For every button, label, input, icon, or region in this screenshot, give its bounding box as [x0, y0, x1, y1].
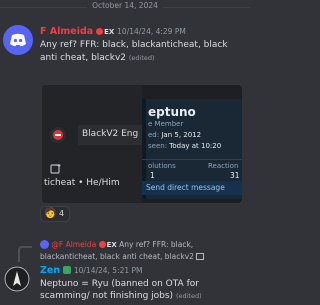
reaction-count: 4	[59, 209, 65, 218]
role-icon	[62, 266, 71, 274]
remove-icon	[50, 127, 66, 143]
edited-label: (edited)	[128, 54, 155, 62]
image-icon	[196, 253, 205, 260]
message-header: F Almeida EX 10/14/24, 4:29 PM	[40, 26, 246, 37]
message2-header: Zen 10/14/24, 5:21 PM	[40, 265, 246, 276]
profile-col2-value: 31	[230, 171, 240, 180]
avatar-zen[interactable]	[4, 266, 30, 292]
tag-label: EX	[104, 28, 115, 36]
profile-col1-label: olutions	[148, 162, 176, 170]
profile-name: eptuno	[148, 105, 196, 119]
profile-card: eptuno e Member ed: Jan 5, 2012 seen: To…	[142, 99, 242, 199]
profile-joined: ed: Jan 5, 2012	[148, 131, 202, 139]
profile-role: e Member	[148, 120, 184, 128]
date-label: October 14, 2024	[87, 1, 163, 10]
send-dm-button: Send direct message	[142, 181, 242, 195]
reply-author: @F Almeida	[51, 240, 97, 249]
author-name-zen[interactable]: Zen	[40, 265, 60, 276]
reply-avatar	[40, 240, 49, 249]
attached-image[interactable]: BlackV2 Eng ticheat • He/Him eptuno e Me…	[42, 85, 242, 203]
tag-icon	[96, 28, 104, 35]
reaction-emoji-icon: 🧑	[44, 208, 57, 219]
reaction-pill[interactable]: 🧑 4	[40, 206, 70, 222]
role-chip-label: BlackV2 Eng	[82, 129, 139, 139]
author-name[interactable]: F Almeida	[40, 26, 93, 37]
reply-spine	[18, 246, 32, 262]
profile-col2-label: Reaction	[208, 162, 239, 170]
reply-tag-icon	[98, 241, 106, 248]
edited-label-2: (edited)	[175, 292, 202, 300]
reply-tag: EX	[98, 241, 117, 249]
timestamp: 10/14/24, 4:29 PM	[117, 27, 186, 36]
guild-tag[interactable]: EX	[96, 28, 114, 36]
profile-seen: seen: Today at 10:20	[148, 142, 222, 150]
profile-col1-value: 1	[150, 171, 155, 180]
timestamp-2: 10/14/24, 5:21 PM	[73, 266, 143, 275]
role-chip: BlackV2 Eng	[78, 125, 142, 145]
avatar[interactable]	[3, 25, 33, 55]
card-separator	[142, 159, 242, 160]
date-divider: October 14, 2024	[0, 0, 250, 14]
reply-preview[interactable]: @F Almeida EX Any ref? FFR: black, black…	[40, 239, 246, 262]
emoji-add-icon	[50, 163, 62, 175]
ninja-avatar-icon	[4, 266, 30, 292]
message-content: Any ref? FFR: black, blackanticheat, bla…	[40, 39, 246, 65]
embed-bottom-text: ticheat • He/Him	[44, 178, 120, 188]
message2-content: Neptuno = Ryu (banned on OTA for scammin…	[40, 278, 246, 302]
discord-logo-icon	[10, 33, 26, 47]
